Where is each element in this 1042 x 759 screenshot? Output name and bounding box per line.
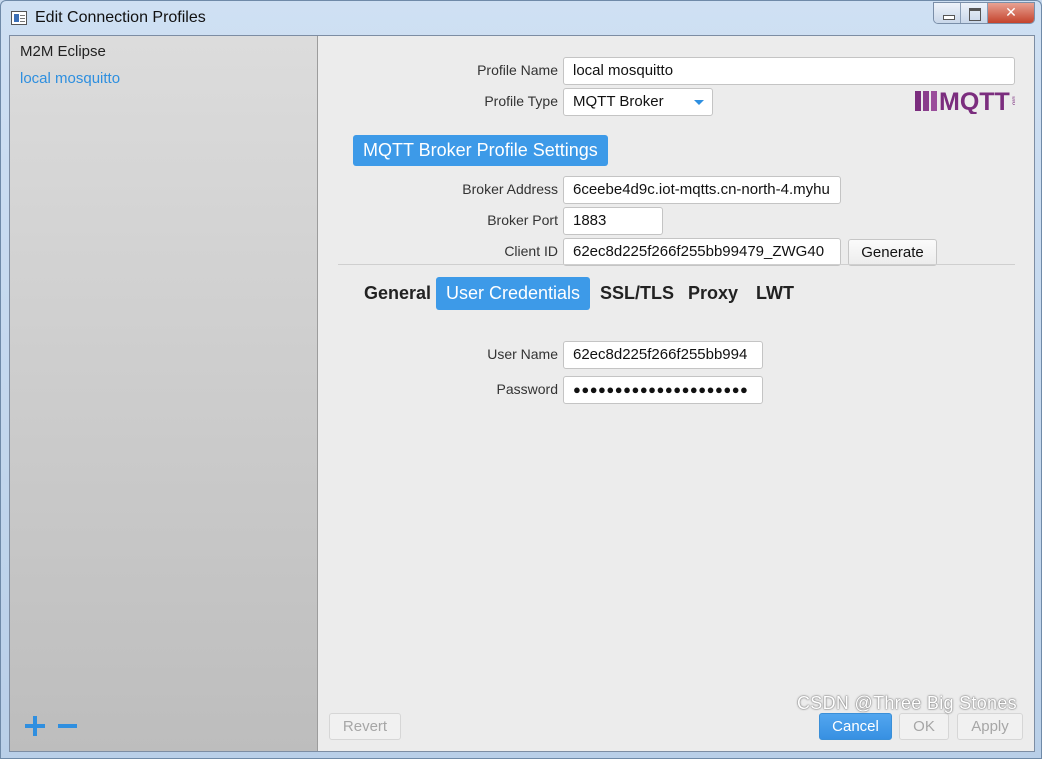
tab-ssl-tls[interactable]: SSL/TLS bbox=[590, 277, 684, 310]
profile-name-input[interactable]: local mosquitto bbox=[563, 57, 1015, 85]
title-bar[interactable]: Edit Connection Profiles ✕ bbox=[1, 1, 1041, 35]
sidebar-item-local-mosquitto[interactable]: local mosquitto bbox=[20, 70, 120, 87]
mqtt-logo: MQTT org bbox=[915, 88, 1015, 114]
sidebar-item-m2m-eclipse[interactable]: M2M Eclipse bbox=[20, 43, 106, 60]
close-button[interactable]: ✕ bbox=[988, 3, 1034, 23]
profile-name-label: Profile Name bbox=[477, 62, 558, 78]
window-controls: ✕ bbox=[933, 2, 1035, 24]
profile-type-label: Profile Type bbox=[484, 93, 558, 109]
generate-button[interactable]: Generate bbox=[848, 239, 937, 266]
broker-address-label: Broker Address bbox=[462, 181, 558, 197]
tab-general[interactable]: General bbox=[354, 277, 441, 310]
profiles-sidebar: M2M Eclipse local mosquitto bbox=[10, 36, 318, 751]
maximize-button[interactable] bbox=[961, 3, 988, 23]
add-profile-icon[interactable] bbox=[25, 716, 45, 736]
broker-settings-header: MQTT Broker Profile Settings bbox=[353, 135, 608, 166]
apply-button[interactable]: Apply bbox=[957, 713, 1023, 740]
cancel-button[interactable]: Cancel bbox=[819, 713, 892, 740]
password-label: Password bbox=[496, 381, 558, 397]
broker-port-input[interactable]: 1883 bbox=[563, 207, 663, 235]
profile-type-value: MQTT Broker bbox=[573, 93, 664, 110]
window-title: Edit Connection Profiles bbox=[35, 9, 206, 26]
ok-button[interactable]: OK bbox=[899, 713, 949, 740]
user-name-label: User Name bbox=[487, 346, 558, 362]
minimize-button[interactable] bbox=[934, 3, 961, 23]
chevron-down-icon bbox=[694, 100, 704, 105]
password-input[interactable]: ●●●●●●●●●●●●●●●●●●●●● bbox=[563, 376, 763, 404]
tab-proxy[interactable]: Proxy bbox=[678, 277, 748, 310]
client-id-input[interactable]: 62ec8d225f266f255bb99479_ZWG40 bbox=[563, 238, 841, 266]
edit-connection-profiles-window: Edit Connection Profiles ✕ M2M Eclipse l… bbox=[0, 0, 1042, 759]
mqtt-logo-subtext: org bbox=[1012, 96, 1015, 105]
client-id-label: Client ID bbox=[504, 243, 558, 259]
window-app-icon bbox=[11, 11, 27, 25]
broker-port-label: Broker Port bbox=[487, 212, 558, 228]
tab-lwt[interactable]: LWT bbox=[746, 277, 804, 310]
revert-button[interactable]: Revert bbox=[329, 713, 401, 740]
close-icon: ✕ bbox=[1005, 5, 1017, 21]
profile-type-select[interactable]: MQTT Broker bbox=[563, 88, 713, 116]
mqtt-logo-text: MQTT bbox=[939, 88, 1010, 114]
user-name-input[interactable]: 62ec8d225f266f255bb994 bbox=[563, 341, 763, 369]
settings-divider bbox=[338, 264, 1015, 265]
broker-address-input[interactable]: 6ceebe4d9c.iot-mqtts.cn-north-4.myhu bbox=[563, 176, 841, 204]
dialog-content: M2M Eclipse local mosquitto Profile Name… bbox=[9, 35, 1035, 752]
remove-profile-icon[interactable] bbox=[58, 724, 77, 728]
csdn-watermark: CSDN @Three Big Stones bbox=[797, 693, 1017, 713]
tab-user-credentials[interactable]: User Credentials bbox=[436, 277, 591, 310]
